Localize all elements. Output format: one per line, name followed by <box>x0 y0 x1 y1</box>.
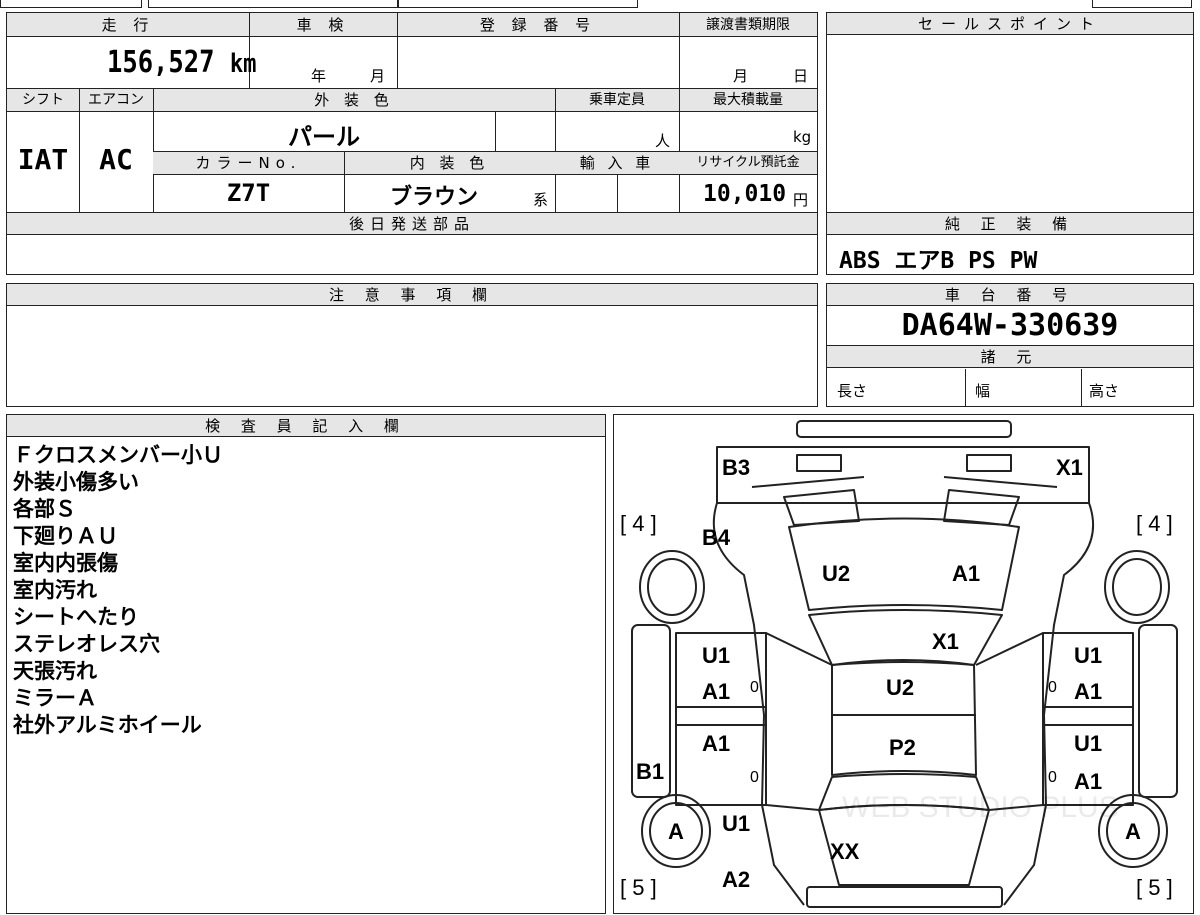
note-line: ステレオレス穴 <box>13 632 160 656</box>
ac-label: エアコン <box>88 92 144 108</box>
damage-roof-p2: P2 <box>889 735 916 760</box>
note-line: 各部Ｓ <box>13 497 76 521</box>
chassis-box: 車 台 番 号 DA64W-330639 諸 元 長さ 幅 高さ <box>826 283 1194 407</box>
equipment-value: ABS エアB PS PW <box>839 248 1038 274</box>
color-no-value: Z7T <box>226 179 271 207</box>
damage-right-front-door-u1: U1 <box>1074 643 1103 668</box>
damage-rear-u1: U1 <box>722 811 751 836</box>
later-parts-label: 後日発送部品 <box>7 213 817 235</box>
shift-value: IAT <box>17 143 69 176</box>
damage-b3: B3 <box>722 455 751 480</box>
width-label: 幅 <box>975 382 991 400</box>
damage-right-rear-door-u1: U1 <box>1074 731 1103 756</box>
note-line: 下廻りＡＵ <box>13 524 118 548</box>
damage-left-b1: B1 <box>636 759 665 784</box>
max-load-unit: kg <box>793 128 812 146</box>
note-line: 天張汚れ <box>13 659 97 683</box>
damage-left-front-door-u1: U1 <box>702 643 731 668</box>
left-rear-door-zero: 0 <box>750 769 759 786</box>
note-line: 社外アルミホイール <box>13 713 202 737</box>
right-front-door-zero: 0 <box>1048 679 1057 696</box>
recycle-label: リサイクル預託金 <box>696 155 800 170</box>
damage-x1-front: X1 <box>1056 455 1083 480</box>
caution-label: 注 意 事 項 欄 <box>7 284 817 306</box>
equipment-label: 純 正 装 備 <box>827 213 1193 235</box>
transfer-day-unit: 日 <box>793 67 809 85</box>
capacity-label: 乗車定員 <box>589 92 645 108</box>
top-fragment-2 <box>148 0 398 8</box>
damage-left-rear-door-a1: A1 <box>702 731 731 756</box>
note-line: 室内汚れ <box>13 578 97 602</box>
vehicle-info-box: 走 行 車 検 登 録 番 号 譲渡書類期限 156,527 km 年 月 月 … <box>6 12 818 275</box>
registration-label: 登 録 番 号 <box>397 13 679 37</box>
capacity-unit: 人 <box>655 132 671 150</box>
shift-label: シフト <box>22 92 64 108</box>
sales-point-box: セールスポイント 純 正 装 備 ABS エアB PS PW <box>826 12 1194 275</box>
chassis-label: 車 台 番 号 <box>827 284 1193 306</box>
watermark: WEB STUDIO PLUS <box>842 791 1119 824</box>
interior-color-label: 内 装 色 <box>409 154 490 172</box>
ac-value: AC <box>99 143 133 176</box>
inspector-box: 検 査 員 記 入 欄 Ｆクロスメンバー小Ｕ 外装小傷多い 各部Ｓ 下廻りＡＵ … <box>6 414 606 914</box>
damage-rear-xx: XX <box>830 839 860 864</box>
specs-label: 諸 元 <box>827 346 1193 368</box>
length-label: 長さ <box>837 382 868 400</box>
damage-rear-a2: A2 <box>722 867 751 892</box>
inspector-notes: Ｆクロスメンバー小Ｕ 外装小傷多い 各部Ｓ 下廻りＡＵ 室内内張傷 室内汚れ シ… <box>13 442 223 739</box>
top-fragment-1 <box>0 0 142 8</box>
top-fragment-3 <box>398 0 638 8</box>
chassis-number: DA64W-330639 <box>901 308 1119 343</box>
rear-tire-left-count: [ 5 ] <box>620 875 657 900</box>
car-diagram-box: [ 4 ] [ 4 ] [ 5 ] [ 5 ] B3 X1 B4 U2 A1 X… <box>613 414 1194 914</box>
rear-tire-right-count: [ 5 ] <box>1136 875 1173 900</box>
front-tire-left-count: [ 4 ] <box>620 511 657 536</box>
damage-hood-a1: A1 <box>952 561 981 586</box>
right-rear-door-zero: 0 <box>1048 769 1057 786</box>
damage-rear-wheel-right: A <box>1125 819 1141 844</box>
inspector-label: 検 査 員 記 入 欄 <box>7 415 605 437</box>
mileage-value: 156,527 km <box>107 45 257 80</box>
note-line: Ｆクロスメンバー小Ｕ <box>13 443 223 467</box>
left-front-door-zero: 0 <box>750 679 759 696</box>
note-line: シートへたり <box>13 605 139 629</box>
damage-hood-u2: U2 <box>822 561 851 586</box>
damage-roof-u2: U2 <box>886 675 915 700</box>
damage-left-front-door-a1: A1 <box>702 679 731 704</box>
note-line: 室内内張傷 <box>13 551 118 575</box>
transfer-deadline-label: 譲渡書類期限 <box>679 13 817 37</box>
damage-rear-wheel-left: A <box>668 819 684 844</box>
damage-b4: B4 <box>702 525 731 550</box>
inspection-year-unit: 年 <box>311 67 327 85</box>
exterior-color-value: パール <box>288 123 360 151</box>
damage-windshield-x1: X1 <box>932 629 959 654</box>
caution-box: 注 意 事 項 欄 <box>6 283 818 407</box>
inspection-month-unit: 月 <box>370 67 386 85</box>
sales-point-label: セールスポイント <box>827 13 1193 35</box>
mileage-label: 走 行 <box>7 13 249 37</box>
color-no-label: カラーNo. <box>195 154 302 172</box>
top-fragment-4 <box>1092 0 1192 8</box>
note-line: ミラーＡ <box>13 686 97 710</box>
recycle-unit: 円 <box>793 191 809 209</box>
import-label: 輸 入 車 <box>579 154 655 172</box>
damage-right-front-door-a1: A1 <box>1074 679 1103 704</box>
interior-suffix: 系 <box>533 191 549 209</box>
inspection-label: 車 検 <box>249 13 397 37</box>
note-line: 外装小傷多い <box>13 470 139 494</box>
transfer-month-unit: 月 <box>733 67 749 85</box>
front-tire-right-count: [ 4 ] <box>1136 511 1173 536</box>
max-load-label: 最大積載量 <box>713 92 783 108</box>
exterior-color-label: 外 装 色 <box>314 91 394 109</box>
interior-color-value: ブラウン <box>389 185 478 210</box>
height-label: 高さ <box>1089 382 1120 400</box>
recycle-fee: 10,010 <box>703 181 787 207</box>
